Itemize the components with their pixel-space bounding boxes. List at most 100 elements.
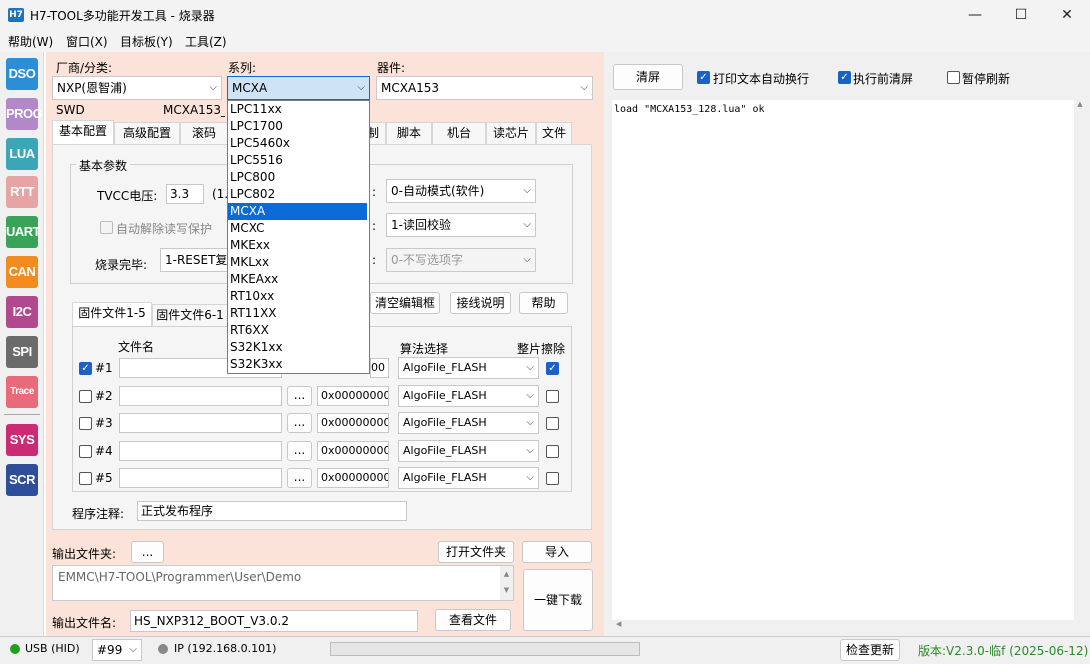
open-folder-button[interactable]: 打开文件夹 xyxy=(438,541,514,563)
tab-machine[interactable]: 机台 xyxy=(432,122,486,144)
port-select[interactable]: #99 ⌵ xyxy=(92,639,142,661)
series-option[interactable]: LPC1700 xyxy=(228,118,367,135)
firmware-address-input[interactable]: 0x00000000 xyxy=(317,413,389,433)
one-key-download-button[interactable]: 一键下载 xyxy=(523,569,593,631)
maximize-button[interactable]: ☐ xyxy=(998,0,1044,30)
sidebar-can-button[interactable]: CAN xyxy=(6,256,38,288)
series-option[interactable]: RT10xx xyxy=(228,288,367,305)
close-button[interactable]: ✕ xyxy=(1044,0,1090,30)
sidebar-i2c-button[interactable]: I2C xyxy=(6,296,38,328)
log-hscrollbar[interactable]: ◀ xyxy=(612,620,1074,632)
firmware-file-input[interactable] xyxy=(119,468,282,488)
series-option[interactable]: S32K1xx xyxy=(228,339,367,356)
done-select[interactable]: 1-RESET复 xyxy=(160,248,230,272)
firmware-enable-checkbox[interactable] xyxy=(79,445,92,458)
sidebar-lua-button[interactable]: LUA xyxy=(6,138,38,170)
output-name-input[interactable]: HS_NXP312_BOOT_V3.0.2 xyxy=(130,610,418,632)
option-select[interactable]: 0-不写选项字 ⌵ xyxy=(386,248,536,272)
firmware-file-input[interactable] xyxy=(119,441,282,461)
firmware-enable-checkbox[interactable] xyxy=(79,390,92,403)
firmware-erase-checkbox[interactable] xyxy=(546,472,559,485)
firmware-file-input[interactable] xyxy=(119,386,282,406)
firmware-algo-select[interactable]: AlgoFile_FLASH ⌵ xyxy=(398,357,539,379)
series-option[interactable]: RT6XX xyxy=(228,322,367,339)
menu-tools[interactable]: 工具(Z) xyxy=(185,33,227,50)
series-option[interactable]: LPC800 xyxy=(228,169,367,186)
help-button[interactable]: 帮助 xyxy=(519,292,568,314)
firmware-erase-checkbox[interactable] xyxy=(546,417,559,430)
sidebar-spi-button[interactable]: SPI xyxy=(6,336,38,368)
series-option[interactable]: MKExx xyxy=(228,237,367,254)
menu-target[interactable]: 目标板(Y) xyxy=(120,33,173,50)
minimize-button[interactable]: — xyxy=(952,0,998,30)
view-file-button[interactable]: 查看文件 xyxy=(435,609,511,631)
menu-help[interactable]: 帮助(W) xyxy=(8,33,53,50)
wiring-button[interactable]: 接线说明 xyxy=(450,292,511,314)
firmware-enable-checkbox[interactable] xyxy=(79,472,92,485)
firmware-erase-checkbox[interactable] xyxy=(546,445,559,458)
sidebar-scr-button[interactable]: SCR xyxy=(6,464,38,496)
firmware-erase-checkbox[interactable]: ✓ xyxy=(546,362,559,375)
firmware-enable-checkbox[interactable]: ✓ xyxy=(79,362,92,375)
tab-firmware-6-10[interactable]: 固件文件6-1 xyxy=(152,304,228,326)
tab-basic[interactable]: 基本配置 xyxy=(52,120,114,144)
firmware-algo-select[interactable]: AlgoFile_FLASH ⌵ xyxy=(398,467,539,489)
tab-script[interactable]: 脚本 xyxy=(386,122,432,144)
series-option[interactable]: LPC802 xyxy=(228,186,367,203)
clear-editor-button[interactable]: 清空编辑框 xyxy=(370,292,440,314)
sidebar-uart-button[interactable]: UART xyxy=(6,216,41,248)
comment-input[interactable]: 正式发布程序 xyxy=(137,501,407,521)
sidebar-dso-button[interactable]: DSO xyxy=(6,58,38,90)
firmware-algo-select[interactable]: AlgoFile_FLASH ⌵ xyxy=(398,385,539,407)
series-option[interactable]: MKEAxx xyxy=(228,271,367,288)
verify-select[interactable]: 1-读回校验 ⌵ xyxy=(386,213,536,237)
mode-select[interactable]: 0-自动模式(软件) ⌵ xyxy=(386,179,536,203)
clear-screen-button[interactable]: 清屏 xyxy=(613,64,683,90)
device-select[interactable]: MCXA153 ⌵ xyxy=(376,76,593,100)
series-select[interactable]: MCXA ⌵ xyxy=(227,76,370,100)
firmware-browse-button[interactable]: ... xyxy=(287,468,312,488)
series-option[interactable]: RT11XX xyxy=(228,305,367,322)
firmware-browse-button[interactable]: ... xyxy=(287,441,312,461)
tab-file[interactable]: 文件 xyxy=(536,122,572,144)
firmware-algo-select[interactable]: AlgoFile_FLASH ⌵ xyxy=(398,440,539,462)
firmware-address-input[interactable]: 00 xyxy=(370,358,389,378)
tab-read-chip[interactable]: 读芯片 xyxy=(486,122,536,144)
firmware-address-input[interactable]: 0x00000000 xyxy=(317,386,389,406)
series-option[interactable]: LPC11xx xyxy=(228,101,367,118)
firmware-file-input[interactable] xyxy=(119,413,282,433)
tab-rolling-code[interactable]: 滚码 xyxy=(180,122,228,144)
wrap-checkbox[interactable]: ✓ xyxy=(697,71,710,84)
series-option[interactable]: MCXA xyxy=(228,203,367,220)
auto-unlock-checkbox[interactable] xyxy=(100,221,113,234)
firmware-browse-button[interactable]: ... xyxy=(287,386,312,406)
path-scrollbar[interactable]: ▲ ▼ xyxy=(500,566,513,600)
sidebar-rtt-button[interactable]: RTT xyxy=(6,176,38,208)
check-update-button[interactable]: 检查更新 xyxy=(840,639,900,661)
series-option[interactable]: MKLxx xyxy=(228,254,367,271)
menu-window[interactable]: 窗口(X) xyxy=(66,33,108,50)
clear-before-checkbox[interactable]: ✓ xyxy=(838,71,851,84)
folder-browse-button[interactable]: ... xyxy=(131,541,164,563)
tab-advanced[interactable]: 高级配置 xyxy=(114,122,180,144)
sidebar-prog-button[interactable]: PROG xyxy=(6,98,43,130)
sidebar-sys-button[interactable]: SYS xyxy=(6,424,38,456)
vendor-select[interactable]: NXP(恩智浦) ⌵ xyxy=(52,76,222,100)
series-option[interactable]: LPC5516 xyxy=(228,152,367,169)
series-option[interactable]: MCXC xyxy=(228,220,367,237)
log-output[interactable]: load "MCXA153_128.lua" ok xyxy=(612,100,1074,620)
log-vscrollbar[interactable]: ▲ xyxy=(1074,100,1086,620)
series-option[interactable]: LPC5460x xyxy=(228,135,367,152)
firmware-browse-button[interactable]: ... xyxy=(287,413,312,433)
firmware-erase-checkbox[interactable] xyxy=(546,390,559,403)
firmware-enable-checkbox[interactable] xyxy=(79,417,92,430)
series-option[interactable]: S32K3xx xyxy=(228,356,367,373)
tab-firmware-1-5[interactable]: 固件文件1-5 xyxy=(72,302,152,326)
tvcc-input[interactable]: 3.3 xyxy=(166,184,204,204)
firmware-algo-select[interactable]: AlgoFile_FLASH ⌵ xyxy=(398,412,539,434)
firmware-address-input[interactable]: 0x00000000 xyxy=(317,441,389,461)
import-button[interactable]: 导入 xyxy=(522,541,592,563)
sidebar-trace-button[interactable]: Trace xyxy=(6,376,38,408)
firmware-address-input[interactable]: 0x00000000 xyxy=(317,468,389,488)
pause-checkbox[interactable] xyxy=(947,71,960,84)
